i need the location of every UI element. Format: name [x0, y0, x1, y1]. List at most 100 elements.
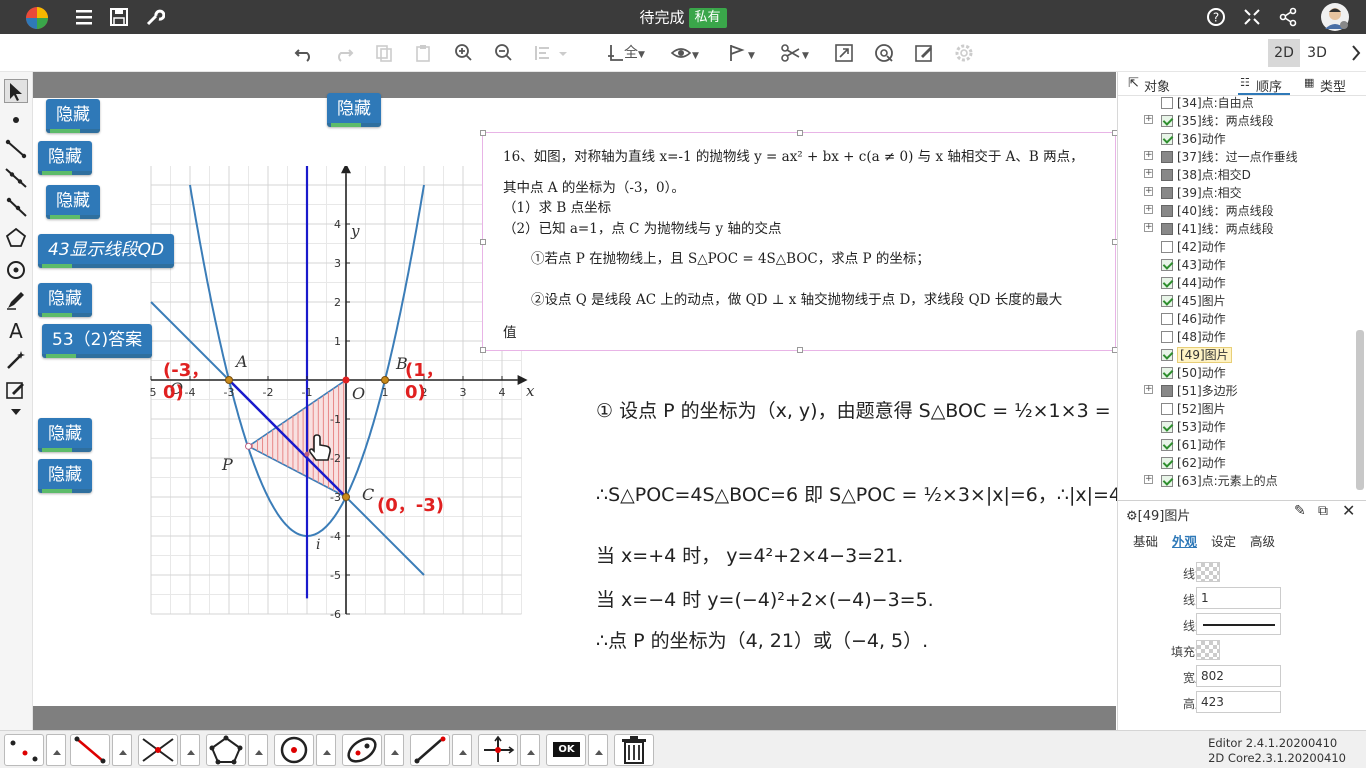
object-list-item[interactable]: [36]动作: [1161, 130, 1226, 148]
view-3d-button[interactable]: 3D: [1301, 39, 1333, 67]
pointer-tool-icon[interactable]: [4, 79, 28, 103]
save-icon[interactable]: [109, 7, 129, 27]
fullscreen-icon[interactable]: [1242, 7, 1262, 27]
object-list-item[interactable]: + [63]点:元素上的点: [1144, 472, 1278, 490]
object-list-item[interactable]: [50]动作: [1161, 364, 1226, 382]
magic-wand-icon[interactable]: [4, 348, 28, 372]
visibility-checkbox[interactable]: [1161, 474, 1173, 487]
line-width-input[interactable]: 1: [1196, 587, 1281, 609]
points-tool-dropdown[interactable]: [46, 734, 66, 766]
object-list-item[interactable]: + [38]点:相交D: [1144, 166, 1251, 184]
visibility-checkbox[interactable]: [1161, 168, 1173, 181]
resize-handle[interactable]: [480, 130, 486, 136]
polygon-tool-dropdown[interactable]: [248, 734, 268, 766]
edit-box-icon[interactable]: [4, 378, 28, 402]
visibility-checkbox[interactable]: [1161, 222, 1173, 235]
object-list-scrollbar[interactable]: [1356, 330, 1364, 490]
zoom-in-icon[interactable]: [453, 42, 475, 64]
point-tool-icon[interactable]: [4, 108, 28, 132]
expand-plus-icon[interactable]: +: [1144, 151, 1153, 160]
answer-53-button[interactable]: 53（2)答案: [42, 324, 153, 358]
object-list-item[interactable]: [61]动作: [1161, 436, 1226, 454]
visibility-checkbox[interactable]: [1161, 96, 1173, 109]
hide-button-6[interactable]: 隐藏: [38, 418, 92, 452]
expand-plus-icon[interactable]: +: [1144, 115, 1153, 124]
zoom-out-icon[interactable]: [493, 42, 515, 64]
vector-tool-button[interactable]: [410, 734, 450, 766]
lines-tool-button[interactable]: [70, 734, 110, 766]
ok-action-button[interactable]: OK: [546, 734, 586, 766]
pen-tool-icon[interactable]: [4, 288, 28, 312]
expand-icon[interactable]: [833, 42, 855, 64]
object-list-item[interactable]: [53]动作: [1161, 418, 1226, 436]
search-circle-icon[interactable]: [873, 42, 895, 64]
axes-dropdown[interactable]: 全▼: [606, 42, 645, 64]
circle-tool-dropdown[interactable]: [316, 734, 336, 766]
trash-icon[interactable]: [614, 734, 654, 766]
wrench-icon[interactable]: [145, 7, 166, 27]
props-popout-icon[interactable]: ⧉: [1318, 503, 1328, 519]
visibility-checkbox[interactable]: [1161, 294, 1173, 307]
intersect-tool-button[interactable]: [138, 734, 178, 766]
intersect-tool-dropdown[interactable]: [180, 734, 200, 766]
lines-tool-dropdown[interactable]: [112, 734, 132, 766]
expand-plus-icon[interactable]: +: [1144, 187, 1153, 196]
object-list-item[interactable]: [44]动作: [1161, 274, 1226, 292]
visibility-checkbox[interactable]: [1161, 366, 1173, 379]
view-2d-button[interactable]: 2D: [1268, 39, 1300, 67]
polygon-tool-button[interactable]: [206, 734, 246, 766]
visibility-checkbox[interactable]: [1161, 438, 1173, 451]
eye-dropdown[interactable]: ▼: [670, 42, 699, 64]
expand-plus-icon[interactable]: +: [1144, 385, 1153, 394]
polygon-tool-icon[interactable]: [4, 226, 28, 250]
hide-button-4[interactable]: 隐藏: [46, 185, 100, 219]
expand-plus-icon[interactable]: +: [1144, 169, 1153, 178]
visibility-checkbox[interactable]: [1161, 204, 1173, 217]
object-list-item[interactable]: [34]点:自由点: [1161, 96, 1254, 112]
object-list-item[interactable]: [48]动作: [1161, 328, 1226, 346]
chevron-right-icon[interactable]: [1350, 42, 1362, 64]
hide-button-3[interactable]: 隐藏: [38, 141, 92, 175]
props-close-icon[interactable]: ✕: [1342, 501, 1355, 520]
object-list-item[interactable]: + [35]线：两点线段: [1144, 112, 1274, 130]
visibility-checkbox[interactable]: [1161, 240, 1173, 253]
hide-button-5[interactable]: 隐藏: [38, 283, 92, 317]
hide-button-7[interactable]: 隐藏: [38, 459, 92, 493]
points-tool-button[interactable]: [4, 734, 44, 766]
object-list-item[interactable]: + [37]线：过一点作垂线: [1144, 148, 1298, 166]
show-segment-qd-button[interactable]: 43显示线段QD: [38, 234, 175, 268]
visibility-checkbox[interactable]: [1161, 384, 1173, 397]
visibility-checkbox[interactable]: [1161, 186, 1173, 199]
help-icon[interactable]: ?: [1206, 7, 1226, 27]
resize-handle[interactable]: [797, 347, 803, 353]
visibility-checkbox[interactable]: [1161, 456, 1173, 469]
hide-button-2[interactable]: 隐藏: [327, 93, 381, 127]
visibility-checkbox[interactable]: [1161, 402, 1173, 415]
object-list-item[interactable]: + [39]点:相交: [1144, 184, 1242, 202]
object-list-item[interactable]: [62]动作: [1161, 454, 1226, 472]
object-list-item[interactable]: [42]动作: [1161, 238, 1226, 256]
conic-tool-button[interactable]: [342, 734, 382, 766]
line-color-swatch[interactable]: [1196, 562, 1220, 582]
visibility-checkbox[interactable]: [1161, 276, 1173, 289]
vector-tool-dropdown[interactable]: [452, 734, 472, 766]
undo-icon[interactable]: [293, 42, 315, 64]
line-tool-icon[interactable]: [4, 166, 28, 190]
edit-icon[interactable]: [913, 42, 935, 64]
settings-gear-icon[interactable]: [953, 42, 975, 64]
paste-icon[interactable]: [413, 42, 435, 64]
line-type-select[interactable]: [1196, 613, 1281, 635]
menu-icon[interactable]: [74, 7, 94, 27]
logo-icon[interactable]: [24, 5, 50, 31]
ray-tool-icon[interactable]: [4, 195, 28, 219]
object-list-item[interactable]: + [51]多边形: [1144, 382, 1238, 400]
visibility-checkbox[interactable]: [1161, 258, 1173, 271]
hide-button-1[interactable]: 隐藏: [46, 99, 100, 133]
collapse-icon[interactable]: ⇱: [1128, 76, 1139, 91]
width-input[interactable]: 802: [1196, 665, 1281, 687]
resize-handle[interactable]: [480, 239, 486, 245]
visibility-checkbox[interactable]: [1161, 132, 1173, 145]
visibility-checkbox[interactable]: [1161, 420, 1173, 433]
resize-handle[interactable]: [797, 130, 803, 136]
visibility-checkbox[interactable]: [1161, 330, 1173, 343]
